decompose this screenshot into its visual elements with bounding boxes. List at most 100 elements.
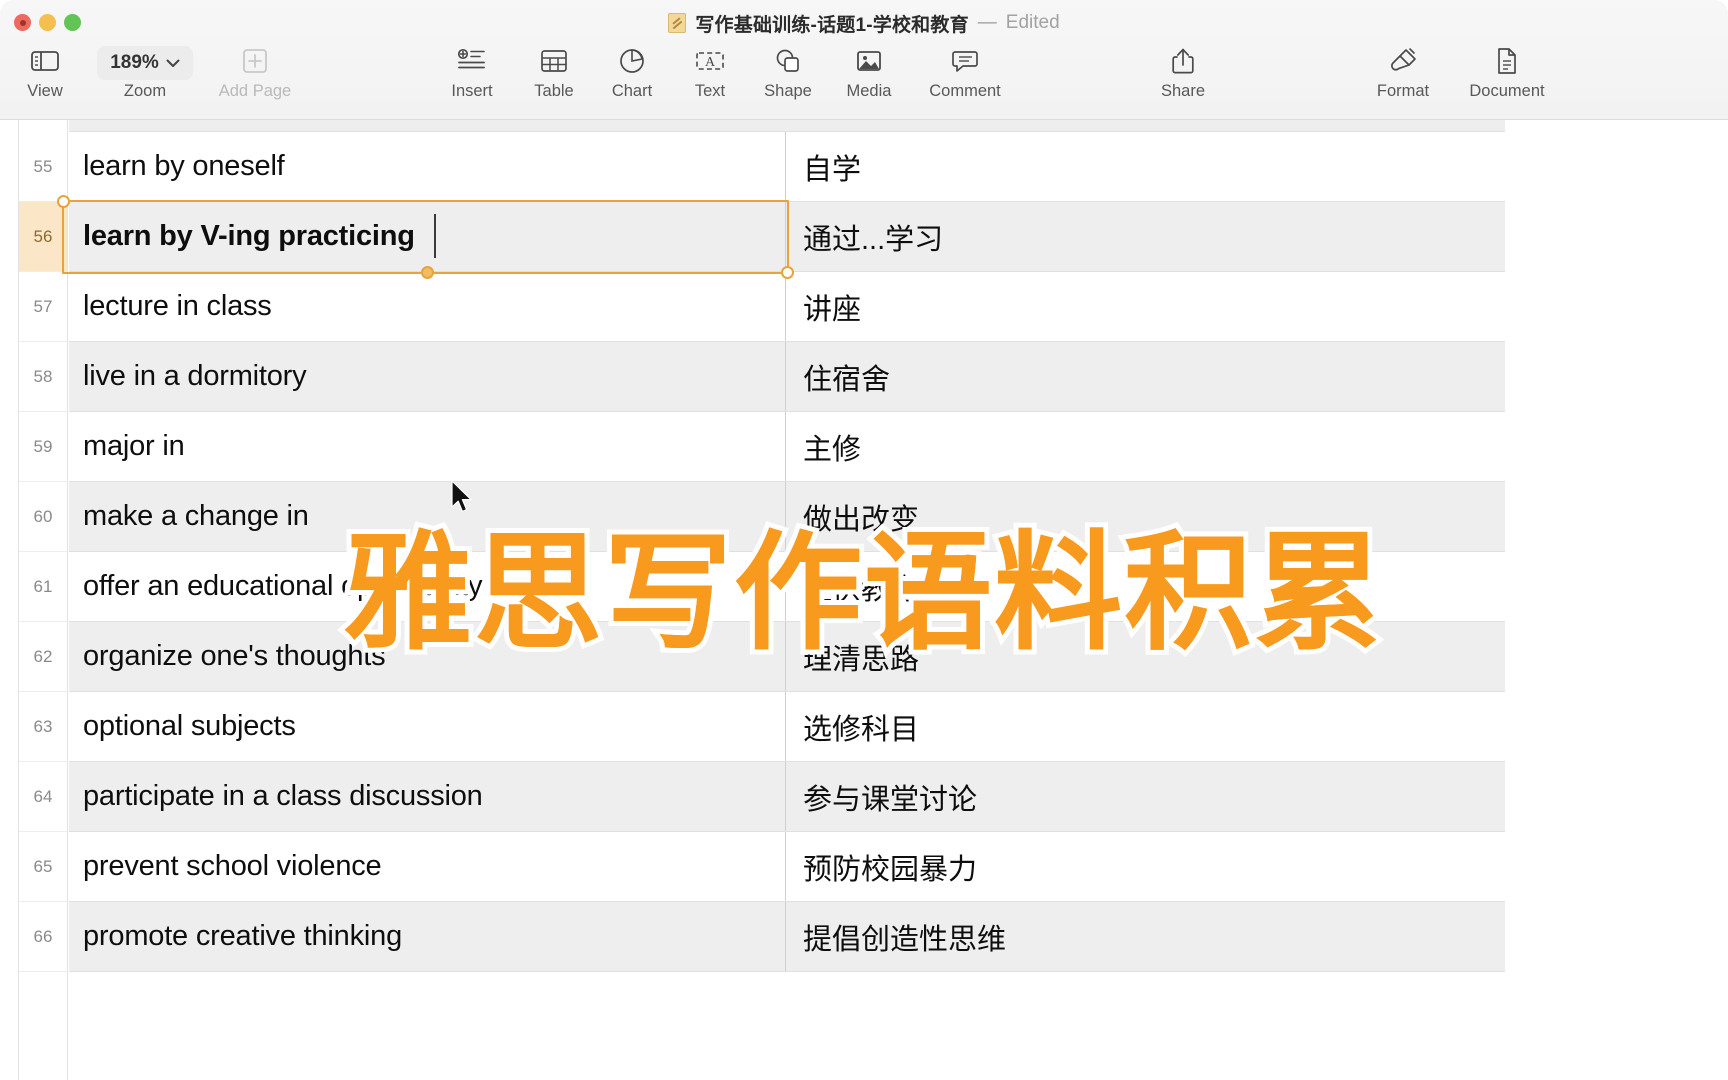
document-icon	[1495, 42, 1519, 80]
table-icon	[540, 42, 568, 80]
traffic-light-group	[14, 14, 81, 31]
toolbar-add-page-label: Add Page	[218, 82, 292, 100]
table-cell-english[interactable]: optional subjects	[69, 692, 786, 761]
row-number-cell[interactable]: 61	[19, 552, 67, 622]
table-cell-chinese[interactable]: 选修科目	[786, 692, 1505, 761]
document-canvas[interactable]: 55 56 57 58 59 60 61 62 63 64 65 66 learn by onesel…	[0, 120, 1728, 1080]
table-cell-english[interactable]: major in	[69, 412, 786, 481]
toolbar-chart-label: Chart	[611, 82, 653, 100]
table-row[interactable]: offer an educational opportunity 提供教育机会	[69, 552, 1505, 622]
vocabulary-table[interactable]: learn by oneself 自学 learn by V-ing practic…	[69, 120, 1505, 1080]
row-number-cell[interactable]: 62	[19, 622, 67, 692]
toolbar-comment-label: Comment	[929, 82, 1001, 100]
zoom-pill-wrapper: 189%	[97, 42, 193, 80]
table-row[interactable]: lecture in class 讲座	[69, 272, 1505, 342]
table-cell-chinese[interactable]: 做出改变	[786, 482, 1505, 551]
table-cell-english[interactable]: prevent school violence	[69, 832, 786, 901]
toolbar-share-button[interactable]: Share	[1135, 42, 1231, 101]
row-number-cell[interactable]: 59	[19, 412, 67, 482]
table-cell-english[interactable]: organize one's thoughts	[69, 622, 786, 691]
svg-text:A: A	[705, 55, 716, 70]
table-cell-chinese[interactable]: 住宿舍	[786, 342, 1505, 411]
table-cell-chinese[interactable]: 自学	[786, 132, 1505, 201]
chevron-down-icon	[166, 59, 180, 67]
maximize-button[interactable]	[64, 14, 81, 31]
table-cell-chinese[interactable]: 提倡创造性思维	[786, 902, 1505, 971]
toolbar: View 189% Zoom Add Page Insert Table Cha…	[0, 42, 1728, 120]
right-page-margin	[1505, 120, 1728, 1080]
add-page-icon	[242, 42, 268, 80]
row-number-cell[interactable]: 66	[19, 902, 67, 972]
row-number-cell[interactable]: 57	[19, 272, 67, 342]
share-icon	[1171, 42, 1195, 80]
toolbar-add-page-button[interactable]: Add Page	[207, 42, 303, 101]
close-button[interactable]	[14, 14, 31, 31]
table-row[interactable]: live in a dormitory 住宿舍	[69, 342, 1505, 412]
table-cell-english[interactable]: learn by oneself	[69, 132, 786, 201]
table-cell-chinese[interactable]: 参与课堂讨论	[786, 762, 1505, 831]
table-top-spacer	[69, 120, 1505, 132]
text-icon: A	[694, 42, 726, 80]
row-number-cell[interactable]: 65	[19, 832, 67, 902]
format-icon	[1388, 42, 1418, 80]
toolbar-view-label: View	[27, 82, 63, 100]
toolbar-document-label: Document	[1469, 82, 1545, 100]
keynote-window: 写作基础训练-话题1-学校和教育 — Edited View 189% Zoom…	[0, 0, 1728, 1080]
table-cell-chinese[interactable]: 通过...学习	[786, 202, 1505, 271]
toolbar-document-button[interactable]: Document	[1459, 42, 1555, 101]
table-row[interactable]: learn by oneself 自学	[69, 132, 1505, 202]
table-cell-english[interactable]: participate in a class discussion	[69, 762, 786, 831]
table-cell-chinese[interactable]: 理清思路	[786, 622, 1505, 691]
chart-icon	[618, 42, 646, 80]
toolbar-zoom-control[interactable]: 189% Zoom	[97, 42, 193, 101]
table-row[interactable]: promote creative thinking 提倡创造性思维	[69, 902, 1505, 972]
row-number-cell[interactable]: 58	[19, 342, 67, 412]
table-cell-english[interactable]: promote creative thinking	[69, 902, 786, 971]
insert-icon	[457, 42, 487, 80]
table-row[interactable]: participate in a class discussion 参与课堂讨论	[69, 762, 1505, 832]
toolbar-shape-label: Shape	[764, 82, 812, 100]
minimize-button[interactable]	[39, 14, 56, 31]
table-cell-english[interactable]: live in a dormitory	[69, 342, 786, 411]
zoom-popup-button[interactable]: 189%	[97, 46, 193, 80]
table-row[interactable]: make a change in 做出改变	[69, 482, 1505, 552]
row-number-cell[interactable]: 60	[19, 482, 67, 552]
table-row[interactable]: prevent school violence 预防校园暴力	[69, 832, 1505, 902]
row-number-cell[interactable]: 56	[19, 202, 67, 272]
table-cell-english[interactable]: make a change in	[69, 482, 786, 551]
table-cell-chinese[interactable]: 提供教育机会	[786, 552, 1505, 621]
zoom-value: 189%	[110, 52, 159, 73]
table-cell-chinese[interactable]: 预防校园暴力	[786, 832, 1505, 901]
table-cell-english[interactable]: offer an educational opportunity	[69, 552, 786, 621]
toolbar-comment-button[interactable]: Comment	[917, 42, 1013, 101]
left-page-margin	[0, 120, 18, 1080]
toolbar-text-label: Text	[694, 82, 726, 100]
toolbar-view-button[interactable]: View	[0, 42, 93, 101]
table-cell-chinese[interactable]: 讲座	[786, 272, 1505, 341]
table-cell-english[interactable]: learn by V-ing practicing	[69, 202, 786, 271]
gutter-top-spacer	[19, 120, 67, 132]
shape-icon	[774, 42, 802, 80]
toolbar-zoom-label: Zoom	[123, 82, 167, 100]
row-number-cell[interactable]: 55	[19, 132, 67, 202]
comment-icon	[951, 42, 979, 80]
table-row[interactable]: optional subjects 选修科目	[69, 692, 1505, 762]
table-cell-english[interactable]: lecture in class	[69, 272, 786, 341]
row-number-cell[interactable]: 63	[19, 692, 67, 762]
toolbar-format-label: Format	[1376, 82, 1430, 100]
row-number-gutter: 55 56 57 58 59 60 61 62 63 64 65 66	[18, 120, 68, 1080]
toolbar-insert-label: Insert	[451, 82, 493, 100]
sidebar-icon	[30, 42, 60, 80]
toolbar-media-label: Media	[846, 82, 892, 100]
table-row[interactable]: major in 主修	[69, 412, 1505, 482]
table-cell-chinese[interactable]: 主修	[786, 412, 1505, 481]
media-icon	[855, 42, 883, 80]
table-row[interactable]: learn by V-ing practicing 通过...学习	[69, 202, 1505, 272]
toolbar-table-label: Table	[534, 82, 574, 100]
toolbar-format-button[interactable]: Format	[1355, 42, 1451, 101]
text-insertion-caret	[433, 214, 436, 258]
toolbar-share-label: Share	[1160, 82, 1206, 100]
table-row[interactable]: organize one's thoughts 理清思路	[69, 622, 1505, 692]
toolbar-media-button[interactable]: Media	[821, 42, 917, 101]
row-number-cell[interactable]: 64	[19, 762, 67, 832]
